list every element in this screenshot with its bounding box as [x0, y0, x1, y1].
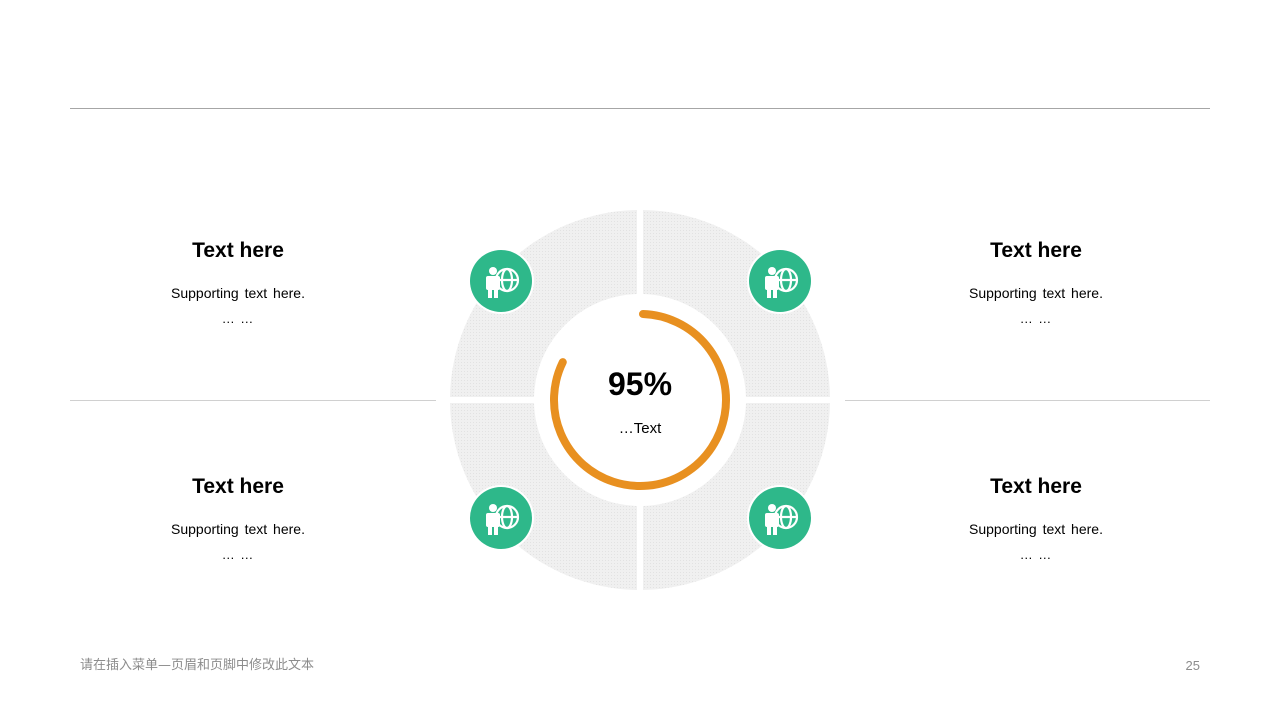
block-supporting-text: Supporting text here.	[969, 521, 1103, 537]
block-supporting-text: Supporting text here.	[171, 285, 305, 301]
block-title: Text here	[192, 475, 284, 498]
text-block-top-right: Text here Supporting text here. … …	[886, 238, 1186, 328]
text-block-bottom-right: Text here Supporting text here. … …	[886, 474, 1186, 564]
block-ellipsis: … …	[1019, 311, 1053, 326]
right-divider	[845, 400, 1210, 401]
person-globe-icon	[467, 484, 535, 552]
block-title: Text here	[990, 239, 1082, 262]
block-supporting-text: Supporting text here.	[969, 285, 1103, 301]
text-block-top-left: Text here Supporting text here. … …	[88, 238, 388, 328]
person-globe-icon	[746, 484, 814, 552]
block-supporting-text: Supporting text here.	[171, 521, 305, 537]
block-title: Text here	[192, 239, 284, 262]
person-globe-icon	[746, 247, 814, 315]
text-block-bottom-left: Text here Supporting text here. … …	[88, 474, 388, 564]
block-ellipsis: … …	[1019, 547, 1053, 562]
block-ellipsis: … …	[221, 547, 255, 562]
top-divider	[70, 108, 1210, 109]
block-ellipsis: … …	[221, 311, 255, 326]
left-divider	[70, 400, 436, 401]
page-number: 25	[1185, 658, 1200, 673]
footer-text: 请在插入菜单—页眉和页脚中修改此文本	[80, 658, 315, 673]
center-label: …Text	[618, 420, 662, 437]
person-globe-icon	[467, 247, 535, 315]
center-percentage: 95%	[607, 366, 673, 402]
block-title: Text here	[990, 475, 1082, 498]
